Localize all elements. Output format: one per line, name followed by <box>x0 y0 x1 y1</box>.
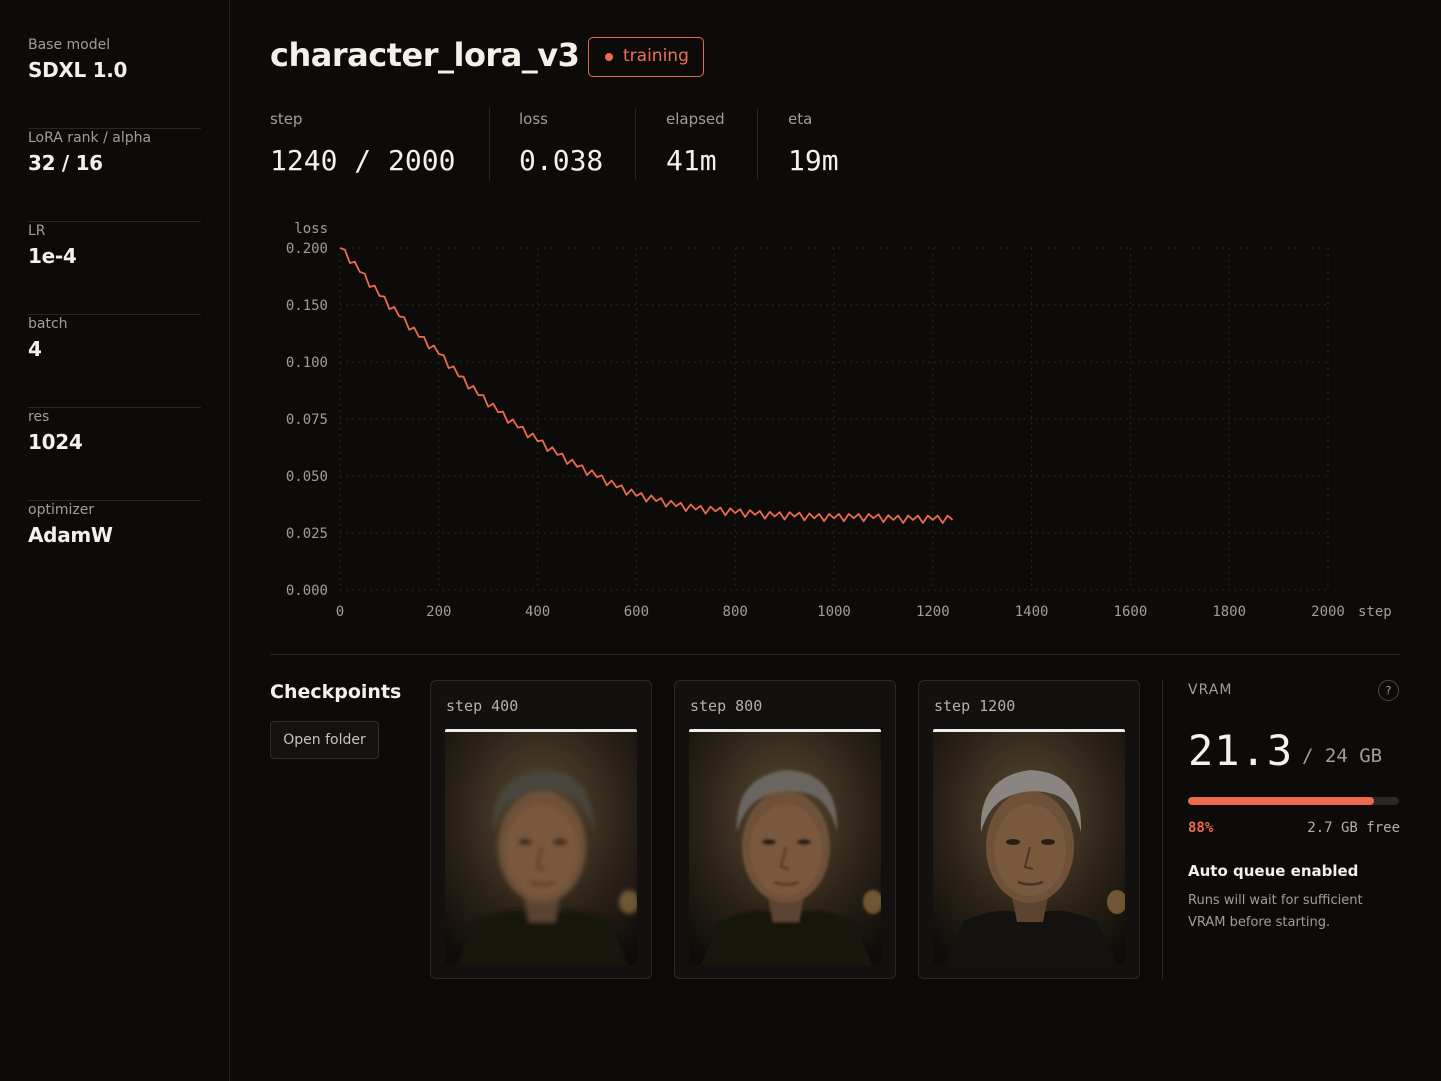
x-tick-label: 800 <box>723 604 748 620</box>
run-title: character_lora_v3 <box>270 36 580 74</box>
x-tick-label: 1600 <box>1114 604 1148 620</box>
config-label: LR <box>28 223 46 239</box>
config-value: 1e-4 <box>28 244 77 268</box>
checkpoint-label: step 400 <box>446 697 519 715</box>
x-tick-label: 2000 <box>1311 604 1345 620</box>
config-value: 1024 <box>28 430 83 454</box>
stat-value: 0.038 <box>519 144 604 177</box>
config-label: batch <box>28 316 68 332</box>
y-tick-label: 0.075 <box>286 412 328 428</box>
stat-label: step <box>270 110 303 128</box>
status-label: training <box>623 46 689 66</box>
auto-queue-description: Runs will wait for sufficient VRAM befor… <box>1188 893 1363 930</box>
open-folder-button[interactable]: Open folder <box>270 721 379 759</box>
auto-queue-title: Auto queue enabled <box>1188 862 1359 880</box>
vram-free: 2.7 GB free <box>1307 820 1400 836</box>
vram-used: 21.3 <box>1188 726 1294 775</box>
config-batch: batch 4 <box>28 315 201 408</box>
loss-chart-svg: 0.000 0.025 0.050 0.075 0.100 0.150 0.200 0 200 4… <box>286 221 1392 620</box>
stat-value: 41m <box>666 144 717 177</box>
config-optimizer: optimizer AdamW <box>28 501 201 594</box>
stat-step: step 1240 / 2000 <box>270 108 455 180</box>
y-tick-label: 0.050 <box>286 469 328 485</box>
y-tick-label: 0.000 <box>286 583 328 599</box>
config-value: 32 / 16 <box>28 151 103 175</box>
checkpoint-card[interactable]: step 400 <box>430 680 652 979</box>
checkpoint-portrait-image[interactable] <box>445 729 637 965</box>
config-lr: LR 1e-4 <box>28 222 201 315</box>
stat-eta: eta 19m <box>788 108 839 180</box>
checkpoint-label: step 1200 <box>934 697 1016 715</box>
status-badge: training <box>588 37 704 77</box>
config-label: LoRA rank / alpha <box>28 130 152 146</box>
stat-label: loss <box>519 110 548 128</box>
checkpoint-card[interactable]: step 800 <box>674 680 896 979</box>
vram-divider <box>1162 680 1163 979</box>
x-axis-label: step <box>1358 604 1392 620</box>
y-axis-label: loss <box>294 221 328 237</box>
config-label: res <box>28 409 50 425</box>
stats-row: step 1240 / 2000 loss 0.038 elapsed 41m … <box>270 108 970 180</box>
x-tick-label: 400 <box>525 604 550 620</box>
vram-percent: 88% <box>1188 820 1214 836</box>
checkpoint-card[interactable]: step 1200 <box>918 680 1140 979</box>
checkpoint-portrait-image[interactable] <box>933 729 1125 965</box>
y-tick-label: 0.200 <box>286 241 328 257</box>
stat-label: eta <box>788 110 813 128</box>
y-tick-label: 0.100 <box>286 355 328 371</box>
stat-divider <box>489 108 490 180</box>
config-value: 4 <box>28 337 42 361</box>
x-tick-label: 600 <box>624 604 649 620</box>
config-sidebar: Base model SDXL 1.0 LoRA rank / alpha 32… <box>0 0 230 1081</box>
x-tick-label: 1400 <box>1015 604 1049 620</box>
config-base-model: Base model SDXL 1.0 <box>28 36 201 129</box>
portrait-svg <box>689 732 881 965</box>
checkpoint-label: step 800 <box>690 697 763 715</box>
stat-divider <box>757 108 758 180</box>
help-icon[interactable]: ? <box>1378 680 1399 701</box>
stat-value: 1240 / 2000 <box>270 144 456 177</box>
main-panel: character_lora_v3 training step 1240 / 2… <box>270 0 1400 1081</box>
config-value: SDXL 1.0 <box>28 58 128 82</box>
y-tick-label: 0.025 <box>286 526 328 542</box>
config-label: optimizer <box>28 502 95 518</box>
loss-chart: 0.000 0.025 0.050 0.075 0.100 0.150 0.200 0 200 4… <box>270 210 1400 630</box>
portrait-svg <box>933 732 1125 965</box>
vram-progress-fill <box>1188 797 1374 805</box>
vram-label: VRAM <box>1188 682 1233 698</box>
stat-divider <box>635 108 636 180</box>
checkpoints-title: Checkpoints <box>270 681 402 703</box>
stat-value: 19m <box>788 144 839 177</box>
loss-series-line <box>339 247 954 524</box>
vram-progress-bar <box>1188 797 1399 805</box>
config-res: res 1024 <box>28 408 201 501</box>
config-lora-rank: LoRA rank / alpha 32 / 16 <box>28 129 201 222</box>
x-tick-label: 1000 <box>817 604 851 620</box>
stat-loss: loss 0.038 <box>519 108 603 180</box>
section-divider <box>270 654 1400 655</box>
x-tick-label: 200 <box>426 604 451 620</box>
checkpoint-portrait-image[interactable] <box>689 729 881 965</box>
vram-total: / 24 GB <box>1302 745 1383 767</box>
x-tick-label: 1800 <box>1212 604 1246 620</box>
config-value: AdamW <box>28 523 113 547</box>
y-tick-label: 0.150 <box>286 298 328 314</box>
x-tick-label: 0 <box>336 604 344 620</box>
stat-elapsed: elapsed 41m <box>666 108 725 180</box>
status-dot-icon <box>605 53 613 61</box>
config-label: Base model <box>28 37 111 53</box>
x-tick-label: 1200 <box>916 604 950 620</box>
stat-label: elapsed <box>666 110 725 128</box>
portrait-svg <box>445 732 637 965</box>
